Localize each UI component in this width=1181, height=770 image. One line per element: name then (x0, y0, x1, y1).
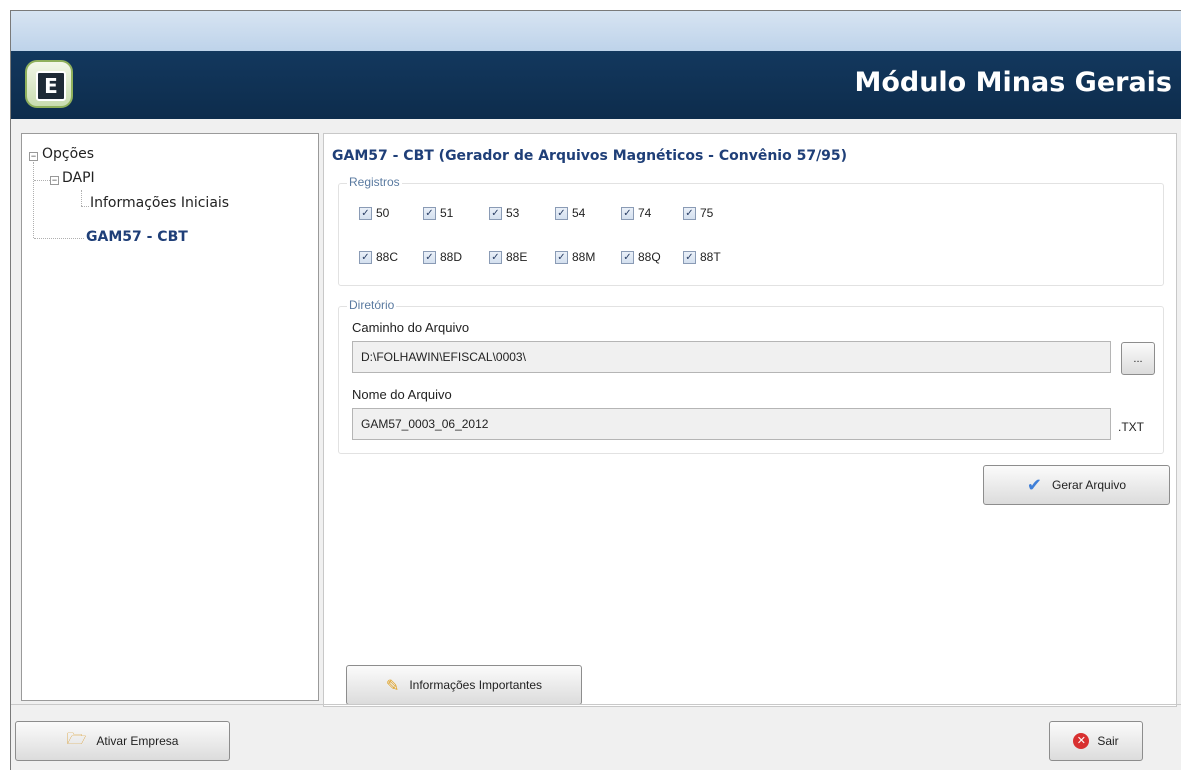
options-tree: − Opções − DAPI Informações Iniciais GAM… (21, 133, 319, 701)
registros-group: Registros ✓ 50 ✓ 51 ✓ 53 ✓ 54 ✓ 74 ✓ 75 ✓ 88C ✓… (338, 175, 1164, 286)
checkbox-74[interactable]: ✓ 74 (621, 206, 651, 220)
filename-label: Nome do Arquivo (352, 387, 452, 402)
checkbox-88e[interactable]: ✓ 88E (489, 250, 527, 264)
ativar-empresa-button[interactable]: 🗁 Ativar Empresa (15, 721, 230, 761)
tree-connector (81, 190, 82, 206)
pencil-icon: ✎ (385, 675, 400, 695)
tree-connector (34, 238, 84, 239)
browse-label: ... (1133, 352, 1143, 365)
extension-label: .TXT (1118, 420, 1144, 434)
filename-field[interactable]: GAM57_0003_06_2012 (352, 408, 1111, 440)
checkbox-label: 88T (700, 250, 721, 264)
checkbox-check-icon: ✓ (555, 250, 568, 264)
sair-button[interactable]: ✕ Sair (1049, 721, 1143, 761)
checkmark-icon: ✔ (1026, 474, 1043, 496)
checkbox-label: 75 (700, 206, 714, 220)
registros-legend: Registros (347, 175, 402, 189)
checkbox-check-icon: ✓ (489, 250, 502, 264)
checkbox-check-icon: ✓ (621, 250, 634, 264)
checkbox-label: 88C (376, 250, 399, 264)
checkbox-check-icon: ✓ (359, 250, 372, 264)
checkbox-88t[interactable]: ✓ 88T (683, 250, 721, 264)
tree-item-opcoes[interactable]: Opções (42, 146, 94, 162)
logo-letter: E (36, 71, 66, 101)
checkbox-check-icon: ✓ (423, 206, 436, 220)
checkbox-label: 88M (572, 250, 596, 264)
checkbox-check-icon: ✓ (359, 206, 372, 220)
sair-label: Sair (1097, 734, 1119, 748)
close-icon: ✕ (1073, 733, 1090, 749)
checkbox-check-icon: ✓ (555, 206, 568, 220)
checkbox-88d[interactable]: ✓ 88D (423, 250, 462, 264)
checkbox-51[interactable]: ✓ 51 (423, 206, 453, 220)
checkbox-label: 51 (440, 206, 454, 220)
informacoes-importantes-label: Informações Importantes (409, 678, 543, 692)
content-panel: GAM57 - CBT (Gerador de Arquivos Magnéti… (323, 133, 1177, 707)
folder-key-icon: 🗁 (66, 728, 87, 748)
checkbox-label: 54 (572, 206, 586, 220)
checkbox-label: 88Q (638, 250, 661, 264)
checkbox-88m[interactable]: ✓ 88M (555, 250, 595, 264)
collapse-icon[interactable]: − (29, 152, 38, 161)
checkbox-check-icon: ✓ (683, 206, 696, 220)
ativar-empresa-label: Ativar Empresa (96, 734, 179, 748)
checkbox-check-icon: ✓ (489, 206, 502, 220)
tree-connector (34, 180, 50, 181)
checkbox-label: 50 (376, 206, 390, 220)
collapse-icon[interactable]: − (50, 176, 59, 185)
content-title: GAM57 - CBT (Gerador de Arquivos Magnéti… (332, 148, 848, 164)
checkbox-check-icon: ✓ (423, 250, 436, 264)
checkbox-53[interactable]: ✓ 53 (489, 206, 519, 220)
main-window: E Módulo Minas Gerais − Opções − DAPI In… (10, 10, 1181, 770)
gerar-arquivo-button[interactable]: ✔ Gerar Arquivo (983, 465, 1170, 505)
footer-divider (11, 704, 1181, 705)
module-title: Módulo Minas Gerais (854, 67, 1172, 98)
app-logo-icon: E (25, 60, 73, 108)
checkbox-label: 88D (440, 250, 463, 264)
checkbox-54[interactable]: ✓ 54 (555, 206, 585, 220)
title-bar (11, 11, 1181, 51)
checkbox-75[interactable]: ✓ 75 (683, 206, 713, 220)
tree-connector (33, 162, 34, 238)
diretorio-legend: Diretório (347, 298, 397, 312)
path-field[interactable]: D:\FOLHAWIN\EFISCAL\0003\ (352, 341, 1111, 373)
informacoes-importantes-button[interactable]: ✎ Informações Importantes (346, 665, 582, 705)
tree-item-informacoes-iniciais[interactable]: Informações Iniciais (90, 195, 229, 211)
checkbox-label: 74 (638, 206, 652, 220)
checkbox-50[interactable]: ✓ 50 (359, 206, 389, 220)
gerar-arquivo-label: Gerar Arquivo (1052, 478, 1127, 492)
checkbox-label: 88E (506, 250, 528, 264)
tree-item-dapi[interactable]: DAPI (62, 170, 95, 186)
tree-connector (81, 206, 89, 207)
browse-button[interactable]: ... (1121, 342, 1155, 375)
checkbox-label: 53 (506, 206, 520, 220)
tree-item-gam57-cbt[interactable]: GAM57 - CBT (86, 229, 188, 245)
checkbox-88q[interactable]: ✓ 88Q (621, 250, 661, 264)
checkbox-88c[interactable]: ✓ 88C (359, 250, 398, 264)
checkbox-check-icon: ✓ (683, 250, 696, 264)
path-label: Caminho do Arquivo (352, 320, 470, 335)
checkbox-check-icon: ✓ (621, 206, 634, 220)
module-banner: E Módulo Minas Gerais (11, 51, 1181, 119)
